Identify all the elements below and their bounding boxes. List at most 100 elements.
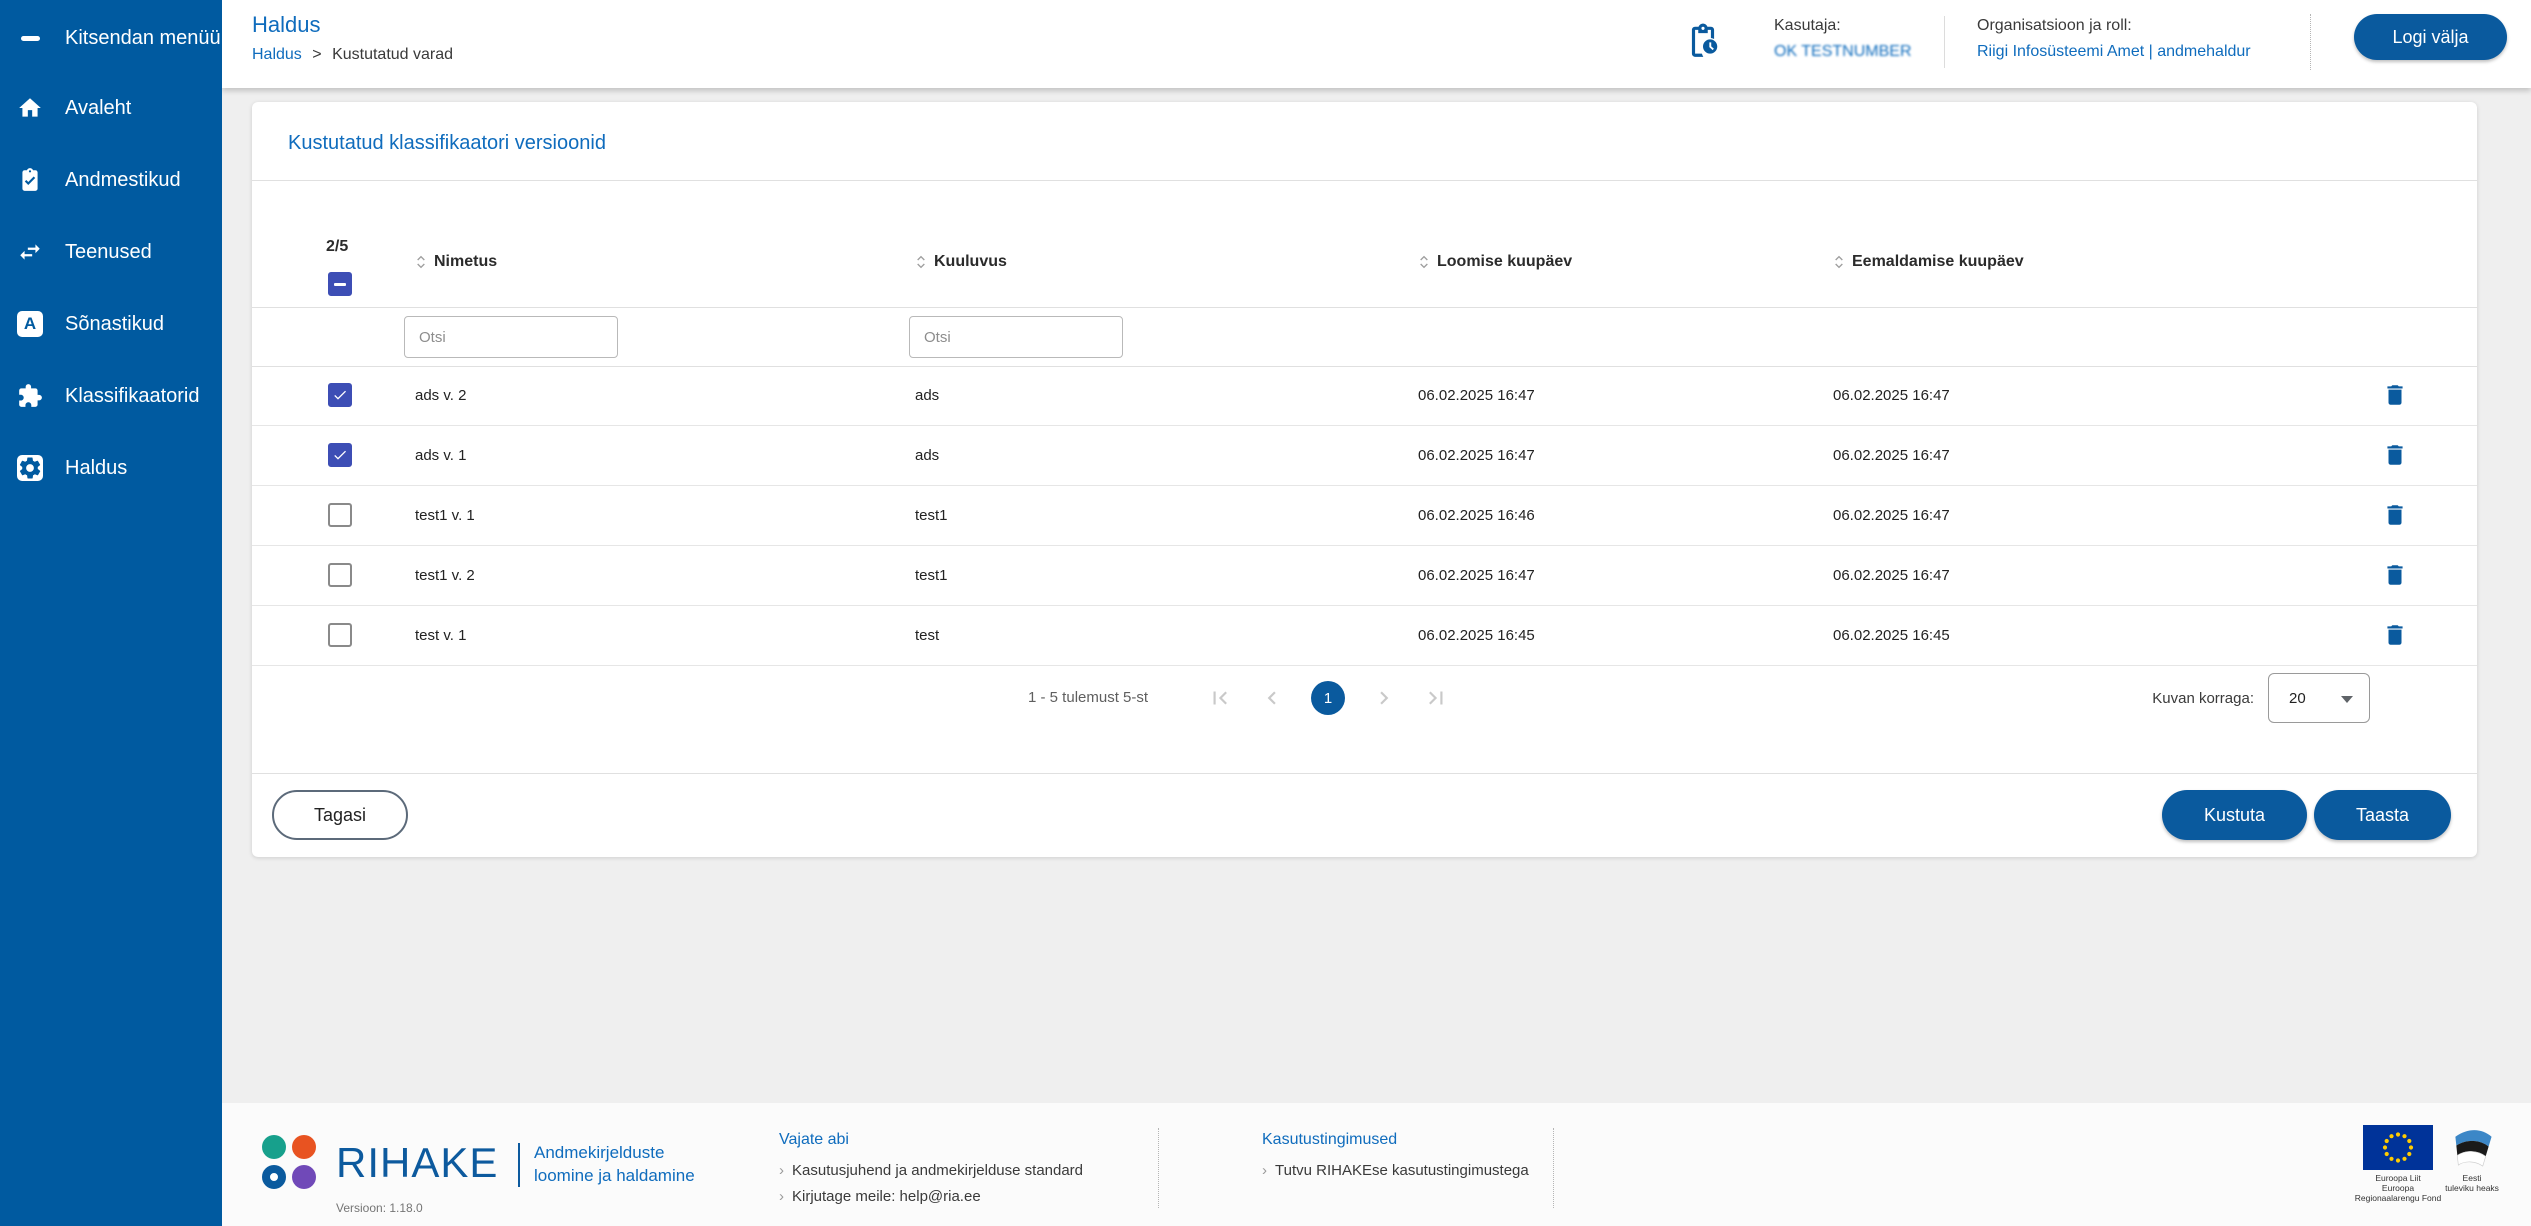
sidebar-item-avaleht[interactable]: Avaleht bbox=[0, 72, 222, 144]
logo-dot-purple bbox=[292, 1165, 316, 1189]
terms-title: Kasutustingimused bbox=[1262, 1131, 1529, 1149]
logo-dot-teal bbox=[262, 1135, 286, 1159]
delete-icon[interactable] bbox=[2381, 501, 2409, 531]
breadcrumb-link[interactable]: Haldus bbox=[252, 46, 302, 63]
footer: RIHAKE Andmekirjelduste loomine ja halda… bbox=[222, 1103, 2531, 1226]
logo-dot-ring bbox=[262, 1165, 286, 1189]
org-label: Organisatsioon ja roll: bbox=[1977, 13, 2251, 39]
clipboard-check-icon bbox=[17, 167, 43, 193]
next-page-button[interactable] bbox=[1371, 685, 1397, 711]
restore-button[interactable]: Taasta bbox=[2314, 790, 2451, 840]
column-header-kuuluvus[interactable]: Kuuluvus bbox=[913, 253, 1007, 271]
ee-logo-caption: Eesti tuleviku heaks bbox=[2426, 1173, 2518, 1193]
help-title: Vajate abi bbox=[779, 1131, 1083, 1149]
sort-icon bbox=[1416, 254, 1432, 270]
page-title: Haldus bbox=[252, 12, 320, 38]
filter-kuuluvus-input[interactable] bbox=[909, 316, 1123, 358]
delete-button[interactable]: Kustuta bbox=[2162, 790, 2307, 840]
org-info: Organisatsioon ja roll: Riigi Infosüstee… bbox=[1977, 13, 2251, 65]
selection-count: 2/5 bbox=[326, 238, 348, 256]
sort-icon bbox=[913, 254, 929, 270]
check-icon bbox=[332, 447, 348, 463]
page-size-group: Kuvan korraga: 20 bbox=[2152, 673, 2370, 723]
gear-icon bbox=[17, 455, 43, 481]
footer-link[interactable]: ›Kirjutage meile: help@ria.ee bbox=[779, 1184, 1083, 1210]
chevron-right-icon bbox=[1371, 685, 1397, 711]
sidebar-nav: Avaleht Andmestikud Teenused A Sõnastiku… bbox=[0, 72, 222, 504]
sidebar: Kitsendan menüü Avaleht Andmestikud Teen… bbox=[0, 0, 222, 1226]
sidebar-item-klassifikaatorid[interactable]: Klassifikaatorid bbox=[0, 360, 222, 432]
delete-icon[interactable] bbox=[2381, 621, 2409, 651]
last-page-icon bbox=[1423, 685, 1449, 711]
table-row: ads v. 2 ads 06.02.2025 16:47 06.02.2025… bbox=[252, 366, 2477, 426]
footer-help-section: Vajate abi ›Kasutusjuhend ja andmekirjel… bbox=[779, 1131, 1083, 1210]
rihake-logo-dots bbox=[262, 1135, 318, 1191]
pager: 1 bbox=[1207, 673, 1449, 723]
back-button[interactable]: Tagasi bbox=[272, 790, 408, 840]
logout-button[interactable]: Logi välja bbox=[2354, 14, 2507, 60]
row-checkbox[interactable] bbox=[328, 383, 352, 407]
row-checkbox[interactable] bbox=[328, 503, 352, 527]
logo-dot-orange bbox=[292, 1135, 316, 1159]
page-size-label: Kuvan korraga: bbox=[2152, 690, 2254, 707]
user-label: Kasutaja: bbox=[1774, 13, 1912, 39]
sidebar-item-andmestikud[interactable]: Andmestikud bbox=[0, 144, 222, 216]
filter-nimetus-input[interactable] bbox=[404, 316, 618, 358]
collapse-menu-label: Kitsendan menüü bbox=[65, 27, 221, 50]
page-size-select[interactable]: 20 bbox=[2268, 673, 2370, 723]
row-checkbox[interactable] bbox=[328, 443, 352, 467]
footer-terms-section: Kasutustingimused ›Tutvu RIHAKEse kasutu… bbox=[1262, 1131, 1529, 1184]
first-page-button[interactable] bbox=[1207, 685, 1233, 711]
divider bbox=[252, 773, 2477, 774]
table-row: ads v. 1 ads 06.02.2025 16:47 06.02.2025… bbox=[252, 426, 2477, 486]
home-icon bbox=[17, 95, 43, 121]
collapse-menu-button[interactable]: Kitsendan menüü bbox=[0, 14, 222, 62]
header-dotted-divider bbox=[2310, 14, 2311, 70]
clipboard-clock-icon[interactable] bbox=[1684, 22, 1722, 60]
page-size-value: 20 bbox=[2289, 690, 2306, 707]
table-body: ads v. 2 ads 06.02.2025 16:47 06.02.2025… bbox=[252, 366, 2477, 666]
footer-link[interactable]: ›Tutvu RIHAKEse kasutustingimustega bbox=[1262, 1158, 1529, 1184]
column-header-loomise-kuupaev[interactable]: Loomise kuupäev bbox=[1416, 253, 1572, 271]
user-value: OK TESTNUMBER bbox=[1774, 39, 1912, 65]
breadcrumb-current: Kustutatud varad bbox=[332, 46, 453, 63]
version-label: Versioon: 1.18.0 bbox=[336, 1201, 423, 1215]
caret-down-icon bbox=[2341, 696, 2353, 703]
chevron-left-icon bbox=[1259, 685, 1285, 711]
delete-icon[interactable] bbox=[2381, 561, 2409, 591]
row-checkbox[interactable] bbox=[328, 623, 352, 647]
sidebar-item-teenused[interactable]: Teenused bbox=[0, 216, 222, 288]
sidebar-item-haldus[interactable]: Haldus bbox=[0, 432, 222, 504]
current-page-button[interactable]: 1 bbox=[1311, 681, 1345, 715]
card-title: Kustutatud klassifikaatori versioonid bbox=[288, 132, 606, 155]
app: Kitsendan menüü Avaleht Andmestikud Teen… bbox=[0, 0, 2531, 1226]
prev-page-button[interactable] bbox=[1259, 685, 1285, 711]
column-header-nimetus[interactable]: Nimetus bbox=[413, 253, 497, 271]
footer-dotted-divider bbox=[1553, 1128, 1554, 1208]
delete-icon[interactable] bbox=[2381, 381, 2409, 411]
brand-divider bbox=[518, 1143, 520, 1187]
first-page-icon bbox=[1207, 685, 1233, 711]
last-page-button[interactable] bbox=[1423, 685, 1449, 711]
org-value: Riigi Infosüsteemi Amet | andmehaldur bbox=[1977, 39, 2251, 65]
header: Haldus Haldus > Kustutatud varad Kasutaj… bbox=[222, 0, 2531, 88]
sort-icon bbox=[1831, 254, 1847, 270]
sort-icon bbox=[413, 254, 429, 270]
footer-link[interactable]: ›Kasutusjuhend ja andmekirjelduse standa… bbox=[779, 1158, 1083, 1184]
table-row: test v. 1 test 06.02.2025 16:45 06.02.20… bbox=[252, 606, 2477, 666]
check-icon bbox=[332, 387, 348, 403]
minus-icon bbox=[17, 25, 43, 51]
table-row: test1 v. 2 test1 06.02.2025 16:47 06.02.… bbox=[252, 546, 2477, 606]
delete-icon[interactable] bbox=[2381, 441, 2409, 471]
indeterminate-icon bbox=[334, 283, 346, 286]
pagination-bar: 1 - 5 tulemust 5-st 1 Kuvan korraga: 20 bbox=[252, 673, 2477, 723]
chevron-bullet: › bbox=[779, 1162, 784, 1179]
sidebar-item-sonastikud[interactable]: A Sõnastikud bbox=[0, 288, 222, 360]
puzzle-icon bbox=[17, 383, 43, 409]
column-header-eemaldamise-kuupaev[interactable]: Eemaldamise kuupäev bbox=[1831, 253, 2024, 271]
table-filter-row bbox=[252, 307, 2477, 366]
brand-name: RIHAKE bbox=[336, 1139, 498, 1187]
row-checkbox[interactable] bbox=[328, 563, 352, 587]
select-all-checkbox[interactable] bbox=[328, 272, 352, 296]
breadcrumb-separator: > bbox=[312, 46, 321, 63]
